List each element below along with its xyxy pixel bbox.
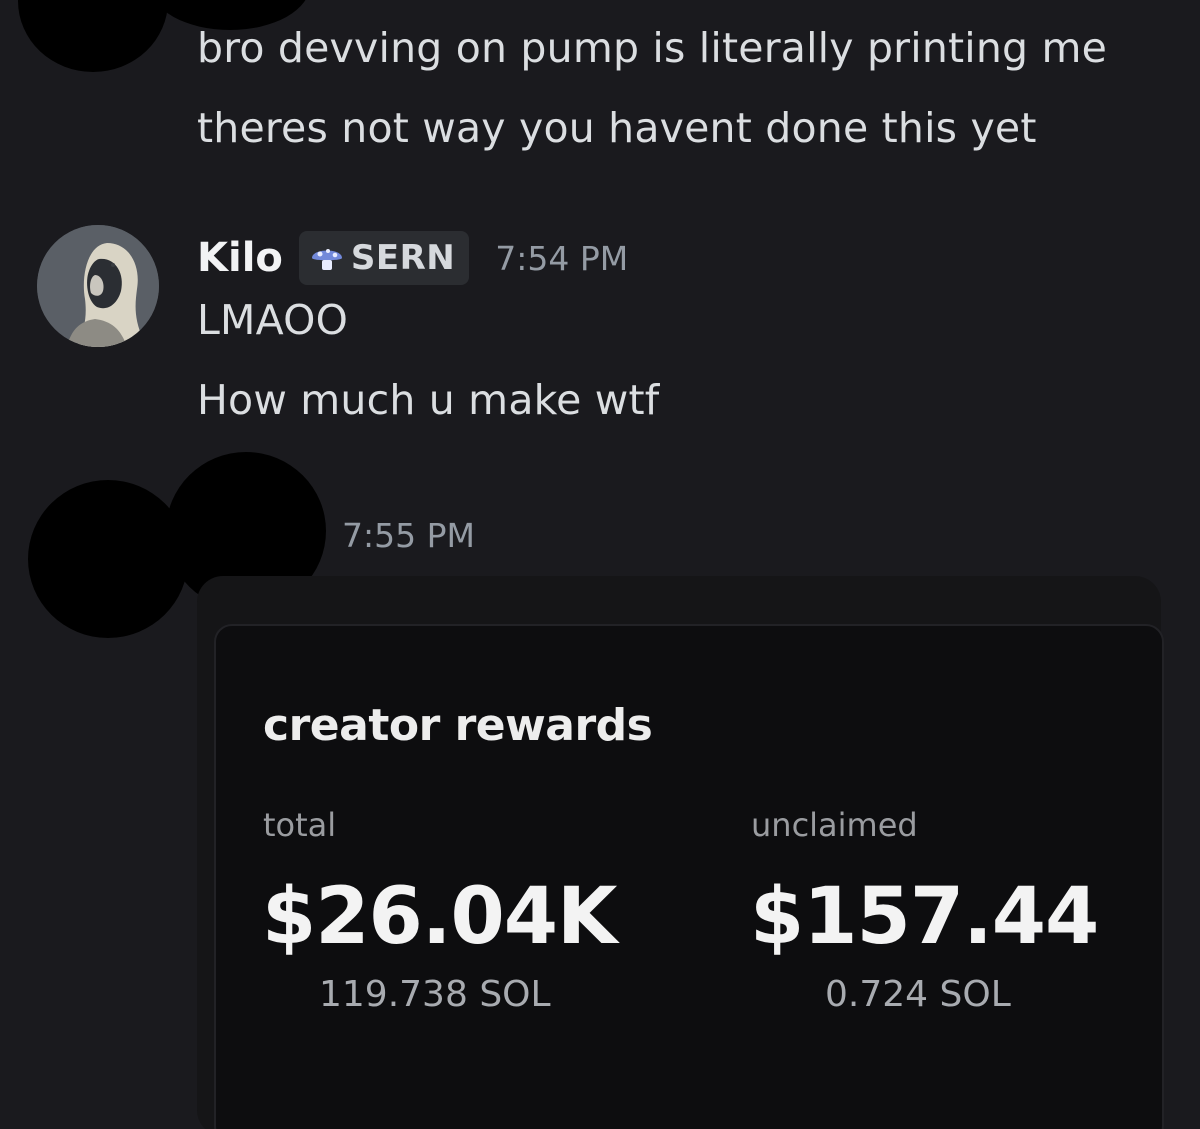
redacted-avatar-top bbox=[18, 0, 168, 72]
message-text-line-1: bro devving on pump is literally printin… bbox=[197, 24, 1108, 72]
message-text-lmaoo: LMAOO bbox=[197, 296, 349, 344]
message-timestamp[interactable]: 7:54 PM bbox=[495, 239, 628, 278]
message-text-how-much: How much u make wtf bbox=[197, 376, 660, 424]
total-value: $26.04K bbox=[262, 872, 617, 962]
chat-view: bro devving on pump is literally printin… bbox=[0, 0, 1200, 1129]
reply-timestamp[interactable]: 7:55 PM bbox=[342, 516, 475, 555]
mushroom-icon bbox=[311, 249, 342, 270]
message-text-line-2: theres not way you havent done this yet bbox=[197, 104, 1037, 152]
redacted-avatar-reply bbox=[28, 480, 188, 638]
message-header: Kilo SERN 7:54 PM bbox=[197, 228, 628, 288]
server-tag-label: SERN bbox=[350, 238, 456, 278]
user-avatar[interactable] bbox=[37, 225, 159, 347]
card-title: creator rewards bbox=[263, 700, 653, 751]
unclaimed-label: unclaimed bbox=[751, 806, 918, 844]
server-tag[interactable]: SERN bbox=[298, 231, 470, 285]
unclaimed-sol: 0.724 SOL bbox=[825, 974, 1011, 1015]
unclaimed-value: $157.44 bbox=[750, 872, 1099, 962]
total-label: total bbox=[263, 806, 337, 844]
author-name[interactable]: Kilo bbox=[197, 235, 283, 281]
total-sol: 119.738 SOL bbox=[319, 974, 551, 1015]
